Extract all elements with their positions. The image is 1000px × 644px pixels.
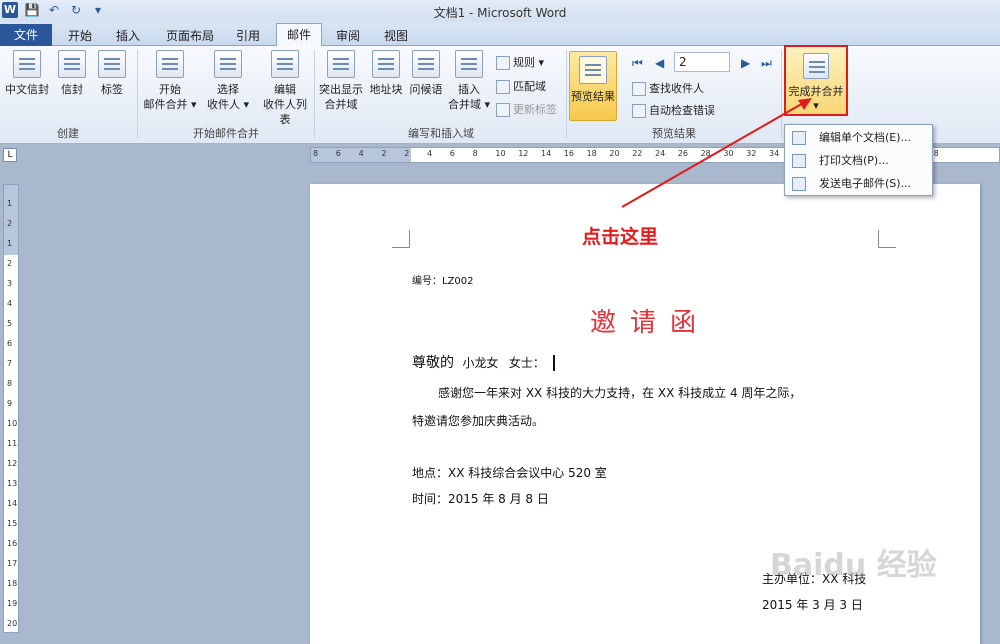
watermark-logo: Baidu 经验 (770, 548, 937, 583)
menu-item-print-documents[interactable]: 打印文档(P)... (785, 150, 932, 172)
print-icon (792, 154, 806, 168)
annotation-text: 点击这里 (582, 226, 659, 248)
annotation-arrow (621, 98, 812, 208)
finish-merge-menu: 编辑单个文档(E)... 打印文档(P)... 发送电子邮件(S)... (784, 124, 933, 196)
email-icon (792, 177, 806, 191)
edit-document-icon (792, 131, 806, 145)
menu-item-edit-individual-documents[interactable]: 编辑单个文档(E)... (785, 127, 932, 149)
menu-item-send-email[interactable]: 发送电子邮件(S)... (785, 173, 932, 195)
